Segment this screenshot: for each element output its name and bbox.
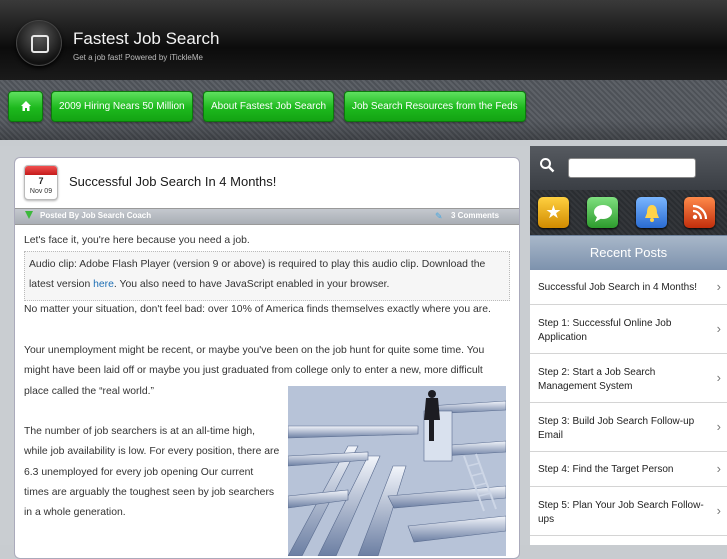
audio-notice-line1: Audio clip: Adobe Flash Player (version … <box>29 259 486 270</box>
site-title[interactable]: Fastest Job Search <box>73 29 219 49</box>
chevron-right-icon: › <box>716 321 721 336</box>
site-header: Fastest Job Search Get a job fast! Power… <box>0 0 727 80</box>
sidebar: ★ Recent Posts Successful Job Search in … <box>530 146 727 545</box>
main-nav: 2009 Hiring Nears 50 Million About Faste… <box>0 80 727 140</box>
post-paragraph-3: The number of job searchers is at an all… <box>24 422 279 523</box>
recent-post-item[interactable]: Step 2: Start a Job Search Management Sy… <box>530 354 727 403</box>
post-paragraph-1: No matter your situation, don't feel bad… <box>24 304 491 315</box>
post-author: Posted By Job Search Coach <box>40 211 152 220</box>
audio-notice-line2-pre: latest version <box>29 279 94 291</box>
recent-post-item[interactable]: Step 3: Build Job Search Follow-up Email… <box>530 403 727 452</box>
site-tagline: Get a job fast! Powered by iTickleMe <box>73 53 203 62</box>
chevron-right-icon: › <box>716 279 721 294</box>
maze-image <box>288 386 506 556</box>
chevron-right-icon: › <box>716 503 721 518</box>
post-title[interactable]: Successful Job Search In 4 Months! <box>69 174 276 189</box>
comments-link[interactable]: 3 Comments <box>451 211 499 220</box>
recent-post-item[interactable]: Step 1: Successful Online Job Applicatio… <box>530 305 727 354</box>
post-date-month: Nov 09 <box>29 188 53 195</box>
recent-post-item[interactable]: Step 4: Find the Target Person › <box>530 452 727 487</box>
chat-icon[interactable] <box>587 197 618 228</box>
logo-icon[interactable] <box>16 20 62 66</box>
home-icon <box>20 101 31 111</box>
recent-post-label[interactable]: Step 4: Find the Target Person <box>538 463 708 477</box>
post-paragraph-3-line: times are arguably the toughest seen by … <box>24 486 275 498</box>
rss-icon[interactable] <box>684 197 715 228</box>
post-paragraph-3-line: 6.3 unemployed for every job opening Our… <box>24 466 254 478</box>
chevron-right-icon: › <box>716 370 721 385</box>
audio-notice-text: Audio clip: Adobe Flash Player (version … <box>29 255 485 296</box>
post-intro: Let's face it, you're here because you n… <box>24 235 250 246</box>
post-paragraph-3-line: in a whole generation. <box>24 507 126 519</box>
post-card: 7 Nov 09 Successful Job Search In 4 Mont… <box>14 157 520 559</box>
post-paragraph-2-line: Your unemployment might be recent, or ma… <box>24 345 485 356</box>
recent-post-label[interactable]: Successful Job Search in 4 Months! <box>538 281 708 295</box>
search-icon[interactable] <box>539 157 555 178</box>
post-date-day: 7 <box>38 176 44 186</box>
calendar-icon: 7 Nov 09 <box>24 165 58 200</box>
nav-item-resources[interactable]: Job Search Resources from the Feds <box>344 91 526 122</box>
post-paragraph-3-line: The number of job searchers is at an all… <box>24 426 256 437</box>
recent-post-label[interactable]: Step 2: Start a Job Search Management Sy… <box>538 366 708 393</box>
download-flash-link[interactable]: here <box>93 279 114 290</box>
post-paragraph-2-line: place called the “real world.” <box>24 385 154 397</box>
comment-icon: ✎ <box>435 211 443 221</box>
calendar-binding <box>25 166 57 175</box>
post-meta-bar: Posted By Job Search Coach ✎ 3 Comments <box>15 208 519 225</box>
recent-post-label[interactable]: Step 3: Build Job Search Follow-up Email <box>538 415 708 442</box>
maze-illustration <box>288 386 506 556</box>
post-paragraph-2-line: might have been laid off or maybe you ju… <box>24 365 483 377</box>
bell-icon[interactable] <box>636 197 667 228</box>
sidebar-icon-bar: ★ <box>530 190 727 235</box>
chevron-right-icon: › <box>716 461 721 476</box>
recent-post-item[interactable]: Successful Job Search in 4 Months! › <box>530 270 727 305</box>
audio-notice-line2-post: . You also need to have JavaScript enabl… <box>113 279 390 291</box>
sidebar-search-bar <box>530 146 727 190</box>
recent-posts-title: Recent Posts <box>530 235 727 271</box>
recent-post-label[interactable]: Step 1: Successful Online Job Applicatio… <box>538 317 708 344</box>
nav-item-hiring[interactable]: 2009 Hiring Nears 50 Million <box>51 91 193 122</box>
nav-item-about[interactable]: About Fastest Job Search <box>203 91 335 122</box>
chevron-right-icon: › <box>716 419 721 434</box>
recent-post-item[interactable]: Step 5: Plan Your Job Search Follow-ups … <box>530 487 727 536</box>
arrow-down-icon <box>25 211 33 219</box>
audio-clip-notice: Audio clip: Adobe Flash Player (version … <box>24 251 510 301</box>
recent-post-label[interactable]: Step 5: Plan Your Job Search Follow-ups <box>538 499 708 526</box>
home-button[interactable] <box>8 91 43 122</box>
search-input[interactable] <box>568 158 696 178</box>
post-paragraph-3-line: while job availability is low. For every… <box>24 446 280 458</box>
star-icon[interactable]: ★ <box>538 197 569 228</box>
